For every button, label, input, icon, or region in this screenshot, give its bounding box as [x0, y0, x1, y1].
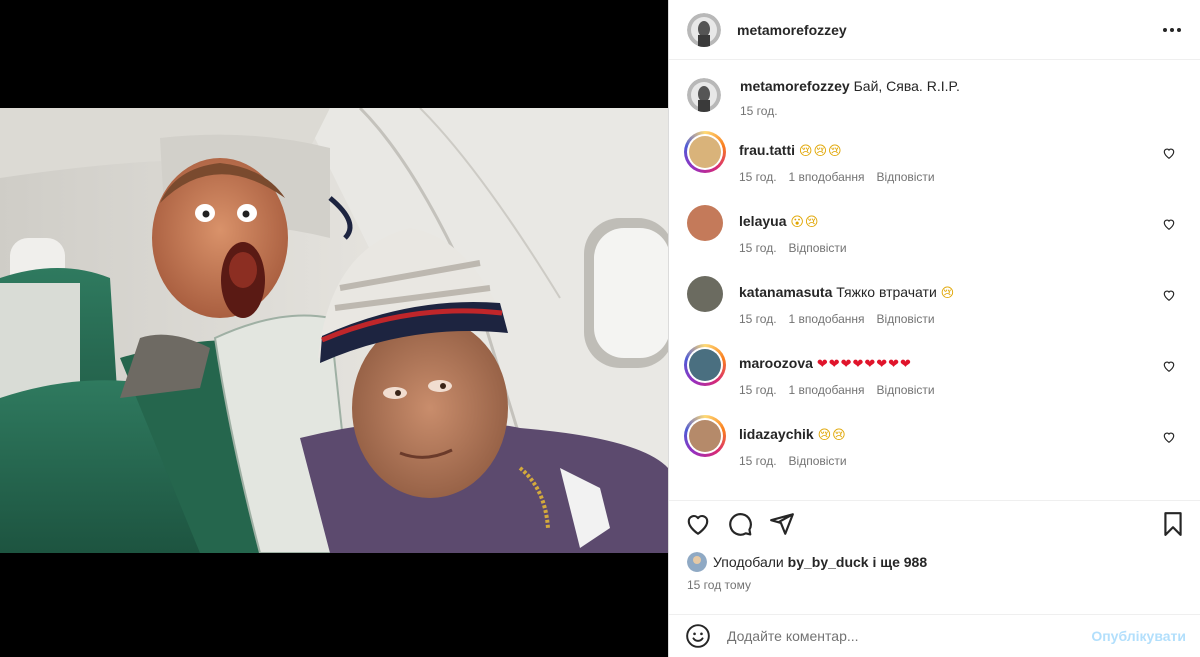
- caption-username[interactable]: metamorefozzey: [740, 78, 850, 94]
- comment-time[interactable]: 15 год.: [739, 383, 777, 397]
- comment-item: lelayua 😮😢 15 год. Відповісти: [687, 204, 1182, 275]
- comment-username[interactable]: katanamasuta: [739, 284, 832, 300]
- comment-input[interactable]: [727, 628, 1092, 644]
- post-timestamp[interactable]: 15 год тому: [687, 578, 751, 592]
- post-details-panel: metamorefozzey metamorefozzey Бай, Сява.…: [668, 0, 1200, 657]
- comment-item: lidazaychik 😢😢 15 год. Відповісти: [684, 415, 1182, 488]
- comment-item: frau.tatti 😢😢😢 15 год. 1 вподобання Відп…: [684, 131, 1182, 204]
- reply-button[interactable]: Відповісти: [789, 241, 847, 255]
- comment-likes[interactable]: 1 вподобання: [789, 383, 865, 397]
- post-action-bar: [669, 500, 1200, 540]
- comment-heart-icon[interactable]: [1162, 217, 1176, 231]
- comment-icon[interactable]: [727, 511, 753, 537]
- comment-time[interactable]: 15 год.: [739, 312, 777, 326]
- comment-emoji: 😢😢: [817, 428, 847, 443]
- author-avatar[interactable]: [687, 12, 721, 47]
- add-comment-bar: Опублікувати: [669, 614, 1200, 657]
- comment-emoji: 😮😢: [790, 215, 820, 230]
- story-ring[interactable]: [684, 131, 726, 173]
- likes-user[interactable]: by_by_duck: [788, 554, 869, 570]
- comment-time[interactable]: 15 год.: [739, 454, 777, 468]
- commenter-avatar[interactable]: [687, 276, 723, 312]
- reply-button[interactable]: Відповісти: [877, 383, 935, 397]
- story-ring[interactable]: [684, 344, 726, 386]
- more-options-icon[interactable]: [1160, 18, 1184, 42]
- likes-summary[interactable]: Уподобали by_by_duck і ще 988: [687, 552, 1182, 572]
- comments-list[interactable]: metamorefozzey Бай, Сява. R.I.P. 15 год.…: [669, 60, 1200, 500]
- reply-button[interactable]: Відповісти: [877, 312, 935, 326]
- post-caption: metamorefozzey Бай, Сява. R.I.P. 15 год.: [687, 76, 1182, 118]
- commenter-avatar: [689, 420, 721, 452]
- share-icon[interactable]: [769, 511, 795, 537]
- heart-icon[interactable]: [685, 511, 711, 537]
- likes-prefix: Уподобали: [713, 554, 784, 570]
- comment-emoji: 😢: [940, 286, 956, 301]
- emoji-icon[interactable]: [685, 623, 711, 649]
- post-photo[interactable]: [0, 108, 668, 553]
- post-comment-button[interactable]: Опублікувати: [1091, 628, 1186, 644]
- comment-heart-icon[interactable]: [1162, 288, 1176, 302]
- reply-button[interactable]: Відповісти: [877, 170, 935, 184]
- comment-username[interactable]: lelayua: [739, 213, 786, 229]
- likes-count[interactable]: і ще 988: [872, 554, 927, 570]
- comment-heart-icon[interactable]: [1162, 430, 1176, 444]
- comment-heart-icon[interactable]: [1162, 146, 1176, 160]
- comment-text: Тяжко втрачати: [836, 284, 937, 300]
- comment-likes[interactable]: 1 вподобання: [789, 312, 865, 326]
- comment-emoji: 😢😢😢: [798, 144, 843, 159]
- comment-time[interactable]: 15 год.: [739, 241, 777, 255]
- reply-button[interactable]: Відповісти: [789, 454, 847, 468]
- comment-heart-icon[interactable]: [1162, 359, 1176, 373]
- caption-text: Бай, Сява. R.I.P.: [853, 78, 960, 94]
- comment-username[interactable]: maroozova: [739, 355, 813, 371]
- comment-item: maroozova ❤❤❤❤❤❤❤❤ 15 год. 1 вподобання …: [684, 344, 1182, 417]
- story-ring[interactable]: [684, 415, 726, 457]
- comment-username[interactable]: frau.tatti: [739, 142, 795, 158]
- bookmark-icon[interactable]: [1160, 511, 1186, 537]
- author-username[interactable]: metamorefozzey: [737, 22, 847, 38]
- comment-username[interactable]: lidazaychik: [739, 426, 814, 442]
- caption-avatar[interactable]: [687, 78, 721, 112]
- comment-emoji: ❤❤❤❤❤❤❤❤: [816, 357, 912, 372]
- commenter-avatar: [689, 349, 721, 381]
- commenter-avatar: [689, 136, 721, 168]
- liker-avatar: [687, 552, 707, 572]
- commenter-avatar[interactable]: [687, 205, 723, 241]
- post-header: metamorefozzey: [669, 0, 1200, 60]
- instagram-post-dialog: metamorefozzey metamorefozzey Бай, Сява.…: [0, 0, 1200, 657]
- caption-time[interactable]: 15 год.: [740, 104, 778, 118]
- comment-item: katanamasuta Тяжко втрачати 😢 15 год. 1 …: [687, 275, 1182, 346]
- post-media: [0, 0, 668, 657]
- comment-time[interactable]: 15 год.: [739, 170, 777, 184]
- comment-likes[interactable]: 1 вподобання: [789, 170, 865, 184]
